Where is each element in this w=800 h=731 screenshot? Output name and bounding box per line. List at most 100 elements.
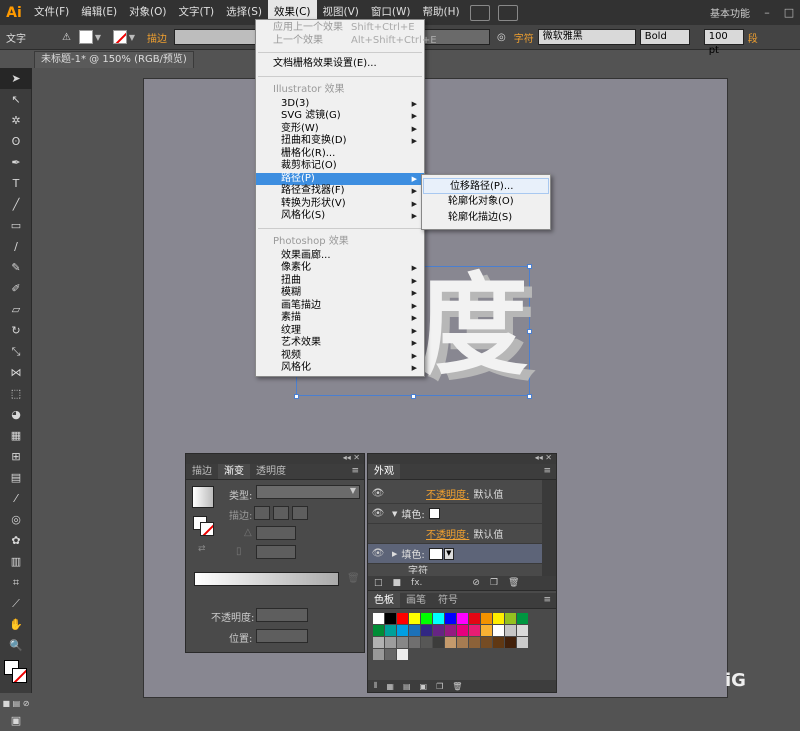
color-swatch[interactable] <box>397 637 408 648</box>
opacity-field[interactable] <box>256 608 308 622</box>
tab-stroke[interactable]: 描边 <box>186 464 218 479</box>
resize-handle[interactable] <box>527 264 532 269</box>
show-kinds-icon[interactable]: ▦ <box>386 682 394 691</box>
scale-tool-icon[interactable]: ⤡ <box>0 341 32 362</box>
swatch-options-icon[interactable]: ▤ <box>403 682 411 691</box>
maximize-icon[interactable]: □ <box>778 6 800 19</box>
chevron-down-icon[interactable]: ▼ <box>443 547 454 560</box>
selection-tool-icon[interactable]: ➤ <box>0 68 32 89</box>
eye-icon[interactable]: 👁 <box>368 508 388 519</box>
column-graph-icon[interactable]: ▥ <box>0 551 32 572</box>
delete-swatch-icon[interactable]: 🗑 <box>452 682 462 691</box>
color-swatch[interactable] <box>481 625 492 636</box>
line-tool-icon[interactable]: ╱ <box>0 194 32 215</box>
photoshop-effect-item[interactable]: 风格化 ▶ <box>256 362 424 375</box>
location-field[interactable] <box>256 629 308 643</box>
color-mode-icons[interactable]: ■ ▤ ⊘ <box>0 696 32 710</box>
perspective-grid-icon[interactable]: ▦ <box>0 425 32 446</box>
color-swatch[interactable] <box>469 625 480 636</box>
menu-file[interactable]: 文件(F) <box>28 0 75 25</box>
appearance-opacity-row[interactable]: 不透明度: 默认值 <box>368 524 542 544</box>
stroke-option-2[interactable] <box>273 506 289 520</box>
illustrator-effect-item[interactable]: SVG 滤镜(G) ▶ <box>256 110 424 123</box>
photoshop-effect-item[interactable]: 视频 ▶ <box>256 350 424 363</box>
headline-text[interactable]: 度 <box>418 271 528 381</box>
fill-swatch[interactable] <box>428 547 443 560</box>
last-effect-item[interactable]: 上一个效果 Alt+Shift+Ctrl+E <box>256 35 437 48</box>
color-swatch[interactable] <box>397 613 408 624</box>
color-swatch[interactable] <box>385 613 396 624</box>
expand-triangle-icon[interactable]: ▼ <box>392 510 397 518</box>
photoshop-effect-item[interactable]: 素描 ▶ <box>256 312 424 325</box>
blend-tool-icon[interactable]: ◎ <box>0 509 32 530</box>
direct-selection-tool-icon[interactable]: ↖ <box>0 89 32 110</box>
illustrator-effect-item[interactable]: 扭曲和变换(D) ▶ <box>256 135 424 148</box>
illustrator-effect-item[interactable]: 转换为形状(V) ▶ <box>256 198 424 211</box>
color-swatch[interactable] <box>493 637 504 648</box>
pen-tool-icon[interactable]: ✒ <box>0 152 32 173</box>
menu-type[interactable]: 文字(T) <box>173 0 221 25</box>
outline-object-item[interactable]: 轮廓化对象(O) <box>422 194 550 210</box>
color-swatch[interactable] <box>397 649 408 660</box>
color-swatch[interactable] <box>445 613 456 624</box>
menu-edit[interactable]: 编辑(E) <box>75 0 123 25</box>
illustrator-effect-item[interactable]: 路径(P) ▶ <box>256 172 424 185</box>
panel-menu-icon[interactable]: ≡ <box>543 466 551 476</box>
appearance-characters-row[interactable]: 字符 <box>368 564 542 575</box>
illustrator-effect-item[interactable]: 变形(W) ▶ <box>256 123 424 136</box>
stroke-label[interactable]: 描边 <box>137 30 171 45</box>
slice-tool-icon[interactable]: ⟋ <box>0 593 32 614</box>
color-swatch[interactable] <box>421 625 432 636</box>
illustrator-effect-item[interactable]: 3D(3) ▶ <box>256 98 424 111</box>
type-tool-icon[interactable]: T <box>0 173 32 194</box>
globe-icon[interactable]: ◎ <box>493 32 510 43</box>
delete-stop-icon[interactable]: 🗑 <box>347 573 360 584</box>
zoom-tool-icon[interactable]: 🔍 <box>0 635 32 656</box>
paintbrush-tool-icon[interactable]: ∕ <box>0 236 32 257</box>
photoshop-effect-item[interactable]: 艺术效果 ▶ <box>256 337 424 350</box>
mesh-tool-icon[interactable]: ⊞ <box>0 446 32 467</box>
color-swatch[interactable] <box>385 637 396 648</box>
stroke-swatch[interactable] <box>12 668 27 683</box>
resize-handle[interactable] <box>527 394 532 399</box>
magic-wand-icon[interactable]: ✲ <box>0 110 32 131</box>
color-swatch[interactable] <box>457 625 468 636</box>
panel-menu-icon[interactable]: ≡ <box>351 466 359 476</box>
rectangle-tool-icon[interactable]: ▭ <box>0 215 32 236</box>
color-swatch[interactable] <box>469 637 480 648</box>
clear-appearance-icon[interactable]: ⊘ <box>472 578 480 588</box>
appearance-opacity-row[interactable]: 👁 不透明度: 默认值 <box>368 484 542 504</box>
duplicate-item-icon[interactable]: ❐ <box>490 578 498 588</box>
color-swatch[interactable] <box>433 613 444 624</box>
tab-swatches[interactable]: 色板 <box>368 593 400 608</box>
pencil-tool-icon[interactable]: ✎ <box>0 257 32 278</box>
photoshop-effect-item[interactable]: 画笔描边 ▶ <box>256 300 424 313</box>
stroke-option-3[interactable] <box>292 506 308 520</box>
collapse-icon[interactable]: ◂◂ ✕ <box>535 453 552 462</box>
color-swatch[interactable] <box>493 613 504 624</box>
color-swatch[interactable] <box>373 637 384 648</box>
eye-icon[interactable]: 👁 <box>368 548 388 559</box>
fill-swatch[interactable] <box>428 508 440 519</box>
shape-builder-icon[interactable]: ◕ <box>0 404 32 425</box>
color-swatch[interactable] <box>421 637 432 648</box>
photoshop-effect-item[interactable]: 扭曲 ▶ <box>256 275 424 288</box>
illustrator-effect-item[interactable]: 裁剪标记(O) <box>256 160 424 173</box>
outline-stroke-item[interactable]: 轮廓化描边(S) <box>422 210 550 226</box>
color-swatch[interactable] <box>373 613 384 624</box>
font-family-select[interactable]: 微软雅黑 <box>537 29 636 45</box>
tab-symbols[interactable]: 符号 <box>432 593 464 608</box>
color-swatch[interactable] <box>373 649 384 660</box>
new-color-group-icon[interactable]: ▣ <box>420 682 428 691</box>
fx-icon[interactable]: fx. <box>411 578 422 588</box>
font-style-select[interactable]: Bold <box>639 29 690 45</box>
stroke-option-1[interactable] <box>254 506 270 520</box>
opacity-link[interactable]: 不透明度: <box>426 486 469 501</box>
chevron-down-icon[interactable]: ▼ <box>127 33 137 42</box>
color-swatch[interactable] <box>433 625 444 636</box>
symbol-sprayer-icon[interactable]: ✿ <box>0 530 32 551</box>
color-swatch[interactable] <box>373 625 384 636</box>
color-swatch[interactable] <box>409 625 420 636</box>
color-swatch[interactable] <box>481 637 492 648</box>
width-tool-icon[interactable]: ⋈ <box>0 362 32 383</box>
